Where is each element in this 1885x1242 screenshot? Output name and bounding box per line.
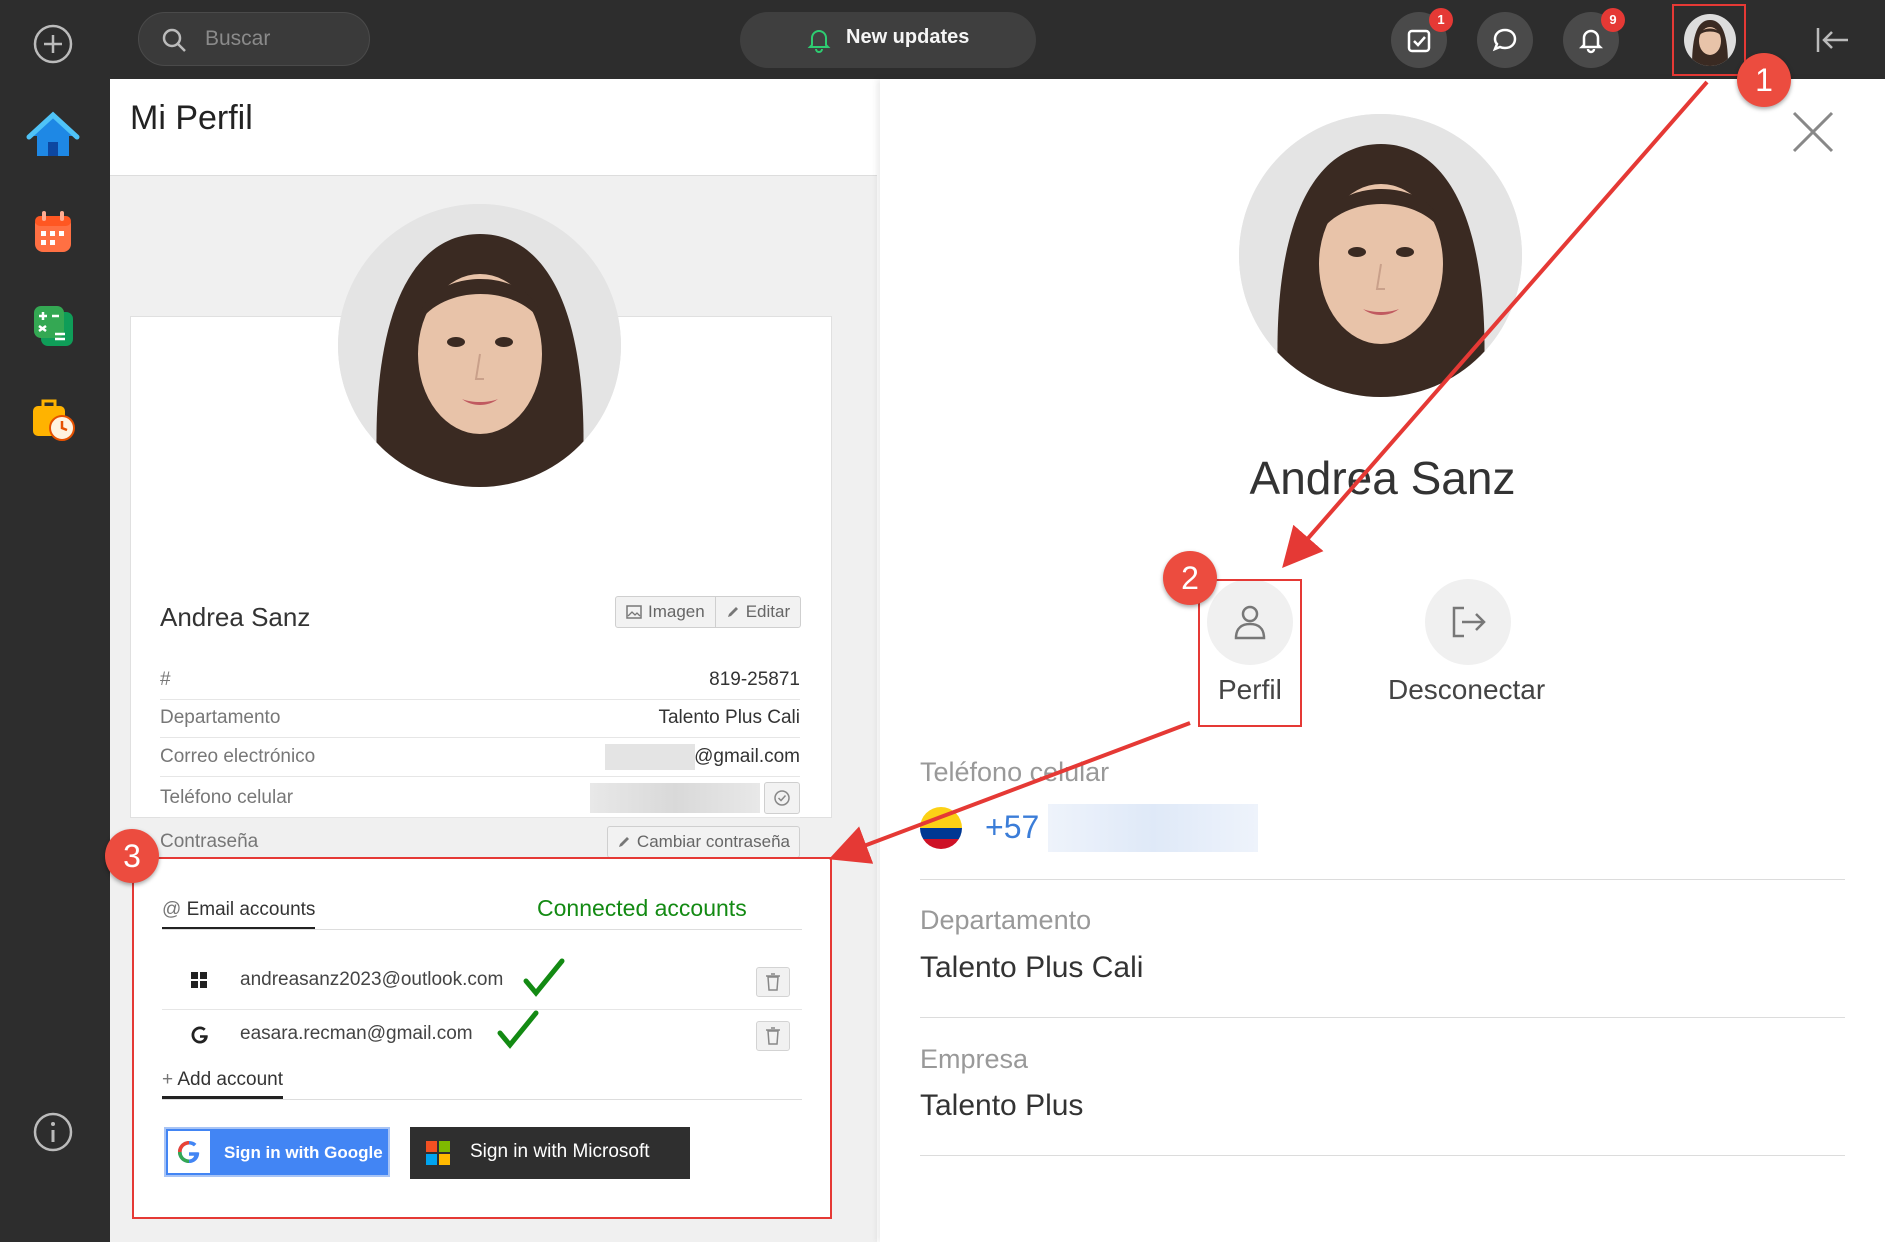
step-2-badge: 2 (1163, 551, 1217, 605)
annotation-arrows (828, 80, 1709, 864)
arrow-step1-to-step2 (1282, 80, 1709, 569)
arrow-step2-to-step3 (828, 721, 1191, 864)
step-3-badge: 3 (105, 829, 159, 883)
step-1-badge: 1 (1737, 53, 1791, 107)
